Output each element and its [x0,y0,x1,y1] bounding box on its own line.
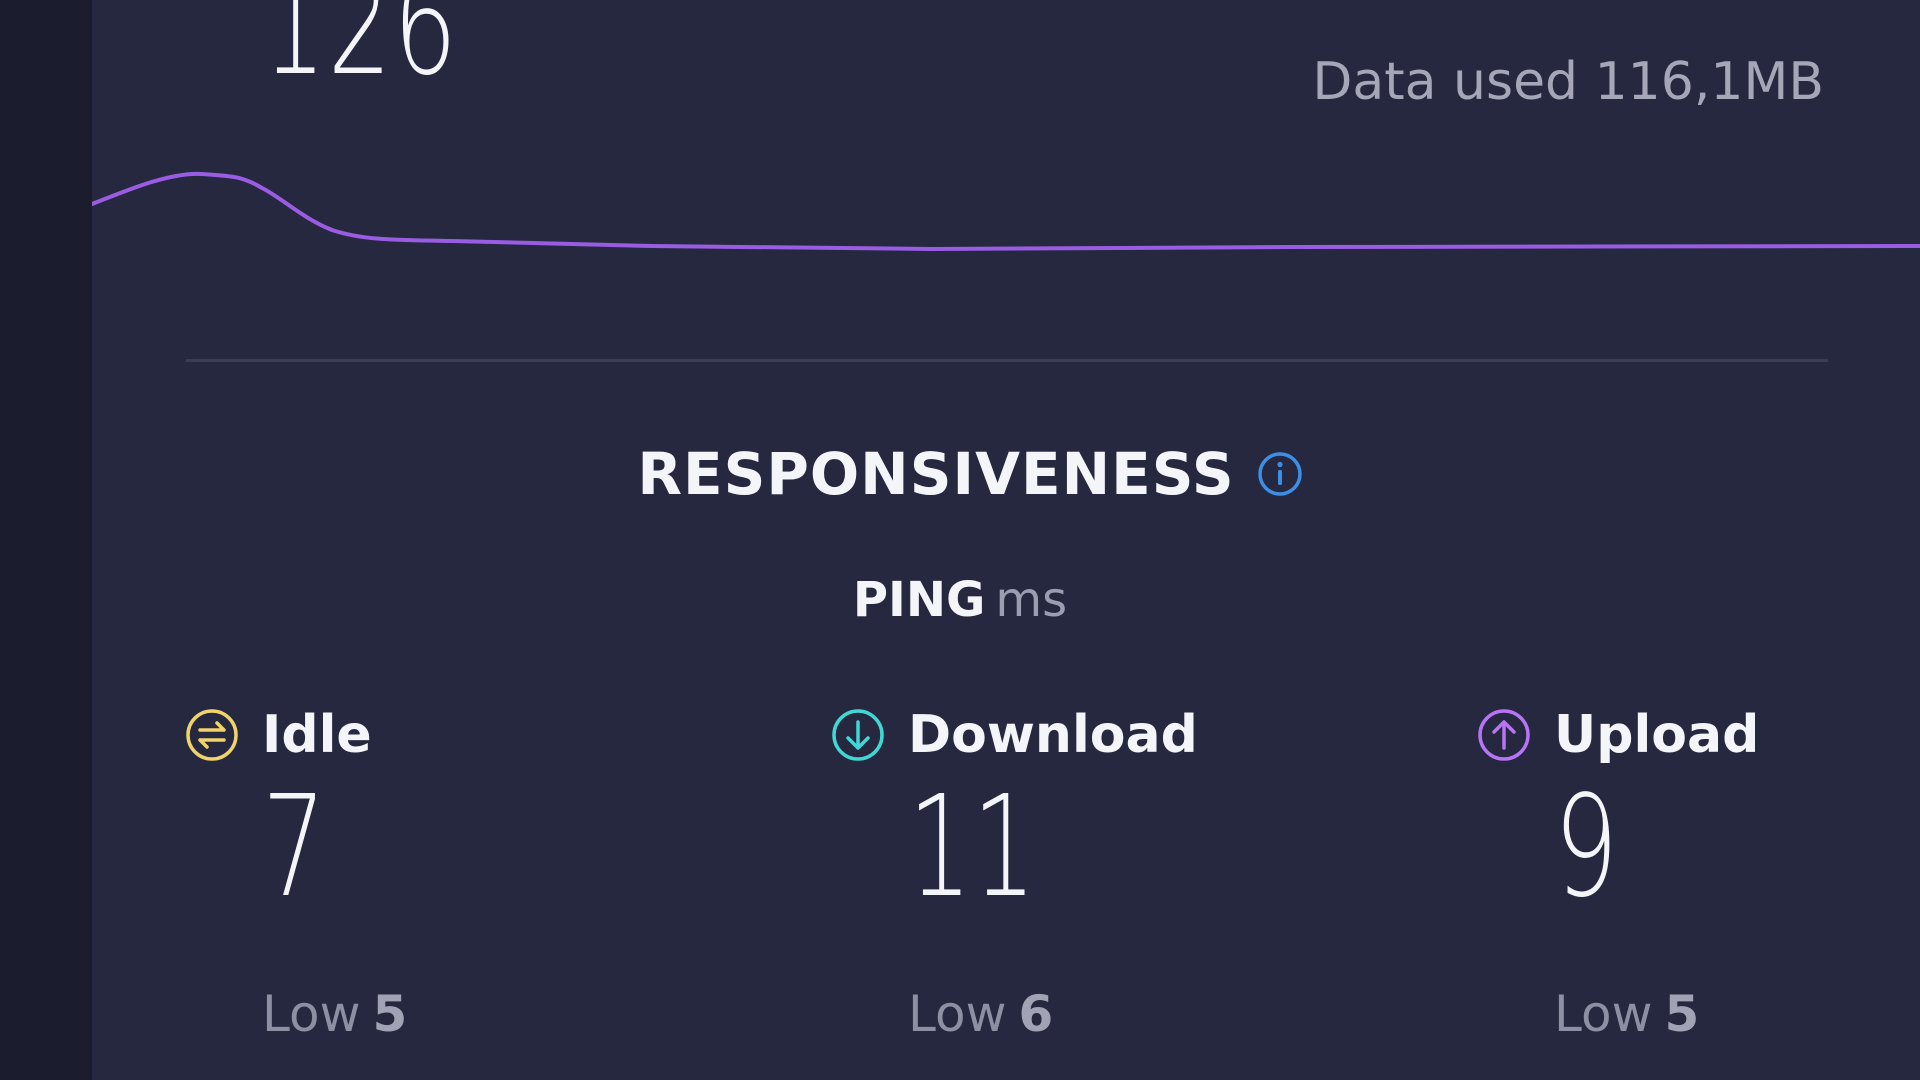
metric-value: 11 [908,766,1037,929]
low-value: 5 [1664,985,1700,1043]
low-label: Low [908,985,1007,1043]
metric-low: Low 6 [908,985,1053,1043]
responsiveness-title: RESPONSIVENESS [637,440,1235,508]
speedtest-results-screen: 126 Data used 116,1MB RESPONSIVENESS PIN… [0,0,1920,1080]
upload-arrow-icon [1478,709,1530,761]
info-icon[interactable] [1257,451,1303,497]
ping-heading: PING ms [0,572,1920,628]
low-value: 6 [1018,985,1054,1043]
metric-label: Upload [1554,705,1760,765]
low-label: Low [1554,985,1653,1043]
metric-value: 9 [1554,766,1619,929]
ping-unit: ms [995,572,1068,628]
idle-arrows-icon [186,709,238,761]
metric-label: Idle [262,705,372,765]
download-arrow-icon [832,709,884,761]
metric-low: Low 5 [1554,985,1699,1043]
ping-label: PING [852,572,986,628]
ping-metric-idle: Idle 7 Low 5 [184,700,604,1060]
data-used-label: Data used 116,1MB [1312,52,1824,112]
metric-low: Low 5 [262,985,407,1043]
low-label: Low [262,985,361,1043]
speed-graph [92,171,1920,252]
responsiveness-header: RESPONSIVENESS [0,440,1920,510]
ping-metric-download: Download 11 Low 6 [830,700,1250,1060]
metric-value: 7 [262,766,327,929]
current-speed-value: 126 [262,0,459,107]
low-value: 5 [372,985,408,1043]
speed-graph-line [92,171,1920,252]
left-rail [0,0,92,1080]
ping-metric-upload: Upload 9 Low 5 [1476,700,1896,1060]
section-divider [186,359,1828,362]
metric-label: Download [908,705,1198,765]
